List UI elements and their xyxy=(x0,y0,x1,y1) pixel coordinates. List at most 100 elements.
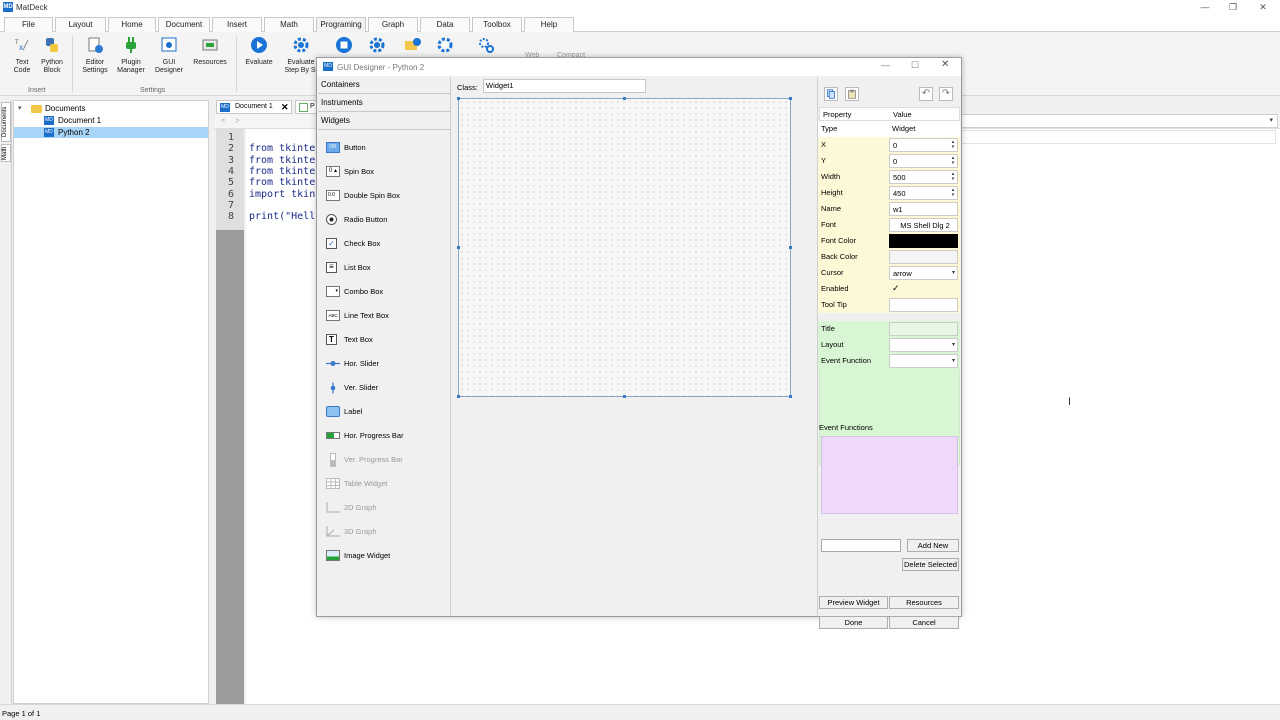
spin-arrows-icon[interactable]: ▴ ▾ xyxy=(950,172,956,183)
editor-settings-button[interactable]: Editor Settings xyxy=(80,36,110,75)
gear-button[interactable] xyxy=(434,36,456,59)
restore-button[interactable]: ❐ xyxy=(1218,0,1248,15)
tab-layout[interactable]: Layout xyxy=(55,17,106,32)
cursor-select[interactable]: arrow ▾ xyxy=(889,266,958,280)
dialog-close-button[interactable]: ✕ xyxy=(941,59,949,70)
section-instruments[interactable]: Instruments xyxy=(318,95,450,112)
x-spinbox[interactable]: 0 ▴ ▾ xyxy=(889,138,958,152)
dialog-minimize-button[interactable]: — xyxy=(881,60,890,70)
copy-button[interactable] xyxy=(824,87,838,101)
close-button[interactable]: ✕ xyxy=(1248,0,1278,15)
code-line[interactable]: print("Hell xyxy=(249,211,315,222)
property-row-cursor[interactable]: Cursor arrow ▾ xyxy=(818,265,960,281)
tab-document[interactable]: Document xyxy=(158,17,210,32)
back-color-swatch[interactable] xyxy=(889,250,958,264)
event-function-name-input[interactable] xyxy=(821,539,901,552)
class-name-input[interactable]: Widget1 xyxy=(483,79,646,93)
section-widgets[interactable]: Widgets xyxy=(318,113,450,130)
tab-toolbox[interactable]: Toolbox xyxy=(472,17,522,32)
code-line[interactable]: import tkin xyxy=(249,189,315,200)
code-line[interactable]: from tkinte xyxy=(249,143,315,154)
tree-item-document-1[interactable]: MD Document 1 xyxy=(14,115,208,126)
resize-handle[interactable] xyxy=(457,246,460,249)
code-line[interactable]: from tkinte xyxy=(249,177,315,188)
tab-file[interactable]: File xyxy=(4,17,53,32)
code-line[interactable]: from tkinte xyxy=(249,166,315,177)
code-line[interactable]: from tkinte xyxy=(249,155,315,166)
resize-handle[interactable] xyxy=(623,97,626,100)
resize-handle[interactable] xyxy=(789,246,792,249)
resize-handle[interactable] xyxy=(457,97,460,100)
tab-graph[interactable]: Graph xyxy=(368,17,418,32)
title-input[interactable] xyxy=(889,322,958,336)
font-color-swatch[interactable] xyxy=(889,234,958,248)
multi-gear-button[interactable] xyxy=(474,36,498,59)
tab-home[interactable]: Home xyxy=(108,17,156,32)
preview-widget-button[interactable]: Preview Widget xyxy=(819,596,888,609)
minimize-button[interactable]: — xyxy=(1190,0,1220,15)
property-row-event-function[interactable]: Event Function ▾ xyxy=(818,353,960,369)
resources-button[interactable]: Resources xyxy=(191,36,229,67)
tab-math[interactable]: Math xyxy=(264,17,314,32)
folder-gear-button[interactable] xyxy=(402,36,424,59)
property-row-name[interactable]: Name w1 xyxy=(818,201,960,217)
spin-arrows-icon[interactable]: ▴ ▾ xyxy=(950,140,956,151)
chevron-down-icon[interactable]: ▾ xyxy=(952,339,955,351)
plugin-manager-button[interactable]: Plugin Manager xyxy=(114,36,148,75)
property-row-font[interactable]: Font MS Shell Dlg 2 xyxy=(818,217,960,233)
property-row-tool-tip[interactable]: Tool Tip xyxy=(818,297,960,313)
property-row-title[interactable]: Title xyxy=(818,321,960,337)
tree-item-python-2[interactable]: MD Python 2 xyxy=(14,127,208,138)
back-arrow-icon[interactable]: < xyxy=(221,116,226,125)
spin-arrows-icon[interactable]: ▴ ▾ xyxy=(950,156,956,167)
add-new-button[interactable]: Add New xyxy=(907,539,959,552)
property-row-height[interactable]: Height 450 ▴ ▾ xyxy=(818,185,960,201)
cancel-button[interactable]: Cancel xyxy=(889,616,959,629)
font-picker[interactable]: MS Shell Dlg 2 xyxy=(889,218,958,232)
widget-canvas[interactable] xyxy=(457,97,792,398)
tab-insert[interactable]: Insert xyxy=(212,17,262,32)
property-row-back-color[interactable]: Back Color xyxy=(818,249,960,265)
resize-handle[interactable] xyxy=(457,395,460,398)
tab-programing[interactable]: Programing xyxy=(316,17,366,32)
name-input[interactable]: w1 xyxy=(889,202,958,216)
property-row-layout[interactable]: Layout ▾ xyxy=(818,337,960,353)
chevron-down-icon[interactable]: ▾ xyxy=(952,267,955,279)
text-code-button[interactable]: Tx Text Code xyxy=(8,36,36,75)
property-row-width[interactable]: Width 500 ▴ ▾ xyxy=(818,169,960,185)
tab-document-1[interactable]: MD Document 1 ✕ xyxy=(216,100,292,114)
chevron-down-icon[interactable]: ▾ xyxy=(952,355,955,367)
tab-help[interactable]: Help xyxy=(524,17,574,32)
layout-select[interactable]: ▾ xyxy=(889,338,958,352)
property-row-x[interactable]: X 0 ▴ ▾ xyxy=(818,137,960,153)
evaluate-step-button[interactable]: Evaluate Step By St xyxy=(281,36,321,75)
redo-icon[interactable]: ↷ xyxy=(939,87,953,101)
property-row-y[interactable]: Y 0 ▴ ▾ xyxy=(818,153,960,169)
python-block-button[interactable]: Python Block xyxy=(38,36,66,75)
tree-root[interactable]: ▾ Documents xyxy=(14,103,208,114)
chevron-down-icon[interactable]: ▾ xyxy=(1269,116,1273,124)
tab-data[interactable]: Data xyxy=(420,17,470,32)
section-containers[interactable]: Containers xyxy=(318,77,450,94)
height-spinbox[interactable]: 450 ▴ ▾ xyxy=(889,186,958,200)
y-spinbox[interactable]: 0 ▴ ▾ xyxy=(889,154,958,168)
close-tab-icon[interactable]: ✕ xyxy=(281,101,289,113)
property-row-font-color[interactable]: Font Color xyxy=(818,233,960,249)
resize-handle[interactable] xyxy=(623,395,626,398)
event-functions-list[interactable] xyxy=(821,436,958,514)
property-row-type[interactable]: Type Widget xyxy=(818,121,960,137)
property-row-enabled[interactable]: Enabled ✓ xyxy=(818,281,960,297)
dialog-maximize-button[interactable]: ☐ xyxy=(911,60,919,71)
resources-button[interactable]: Resources xyxy=(889,596,959,609)
resize-handle[interactable] xyxy=(789,97,792,100)
undo-icon[interactable]: ↶ xyxy=(919,87,933,101)
done-button[interactable]: Done xyxy=(819,616,888,629)
tab-documents-vertical[interactable]: Documents xyxy=(1,102,11,142)
chevron-down-icon[interactable]: ▾ xyxy=(18,103,22,114)
tool-tip-input[interactable] xyxy=(889,298,958,312)
delete-selected-button[interactable]: Delete Selected xyxy=(902,558,959,571)
paste-button[interactable] xyxy=(845,87,859,101)
enabled-checkbox[interactable]: ✓ xyxy=(889,282,958,296)
resize-handle[interactable] xyxy=(789,395,792,398)
gui-designer-button[interactable]: GUI Designer xyxy=(153,36,185,75)
